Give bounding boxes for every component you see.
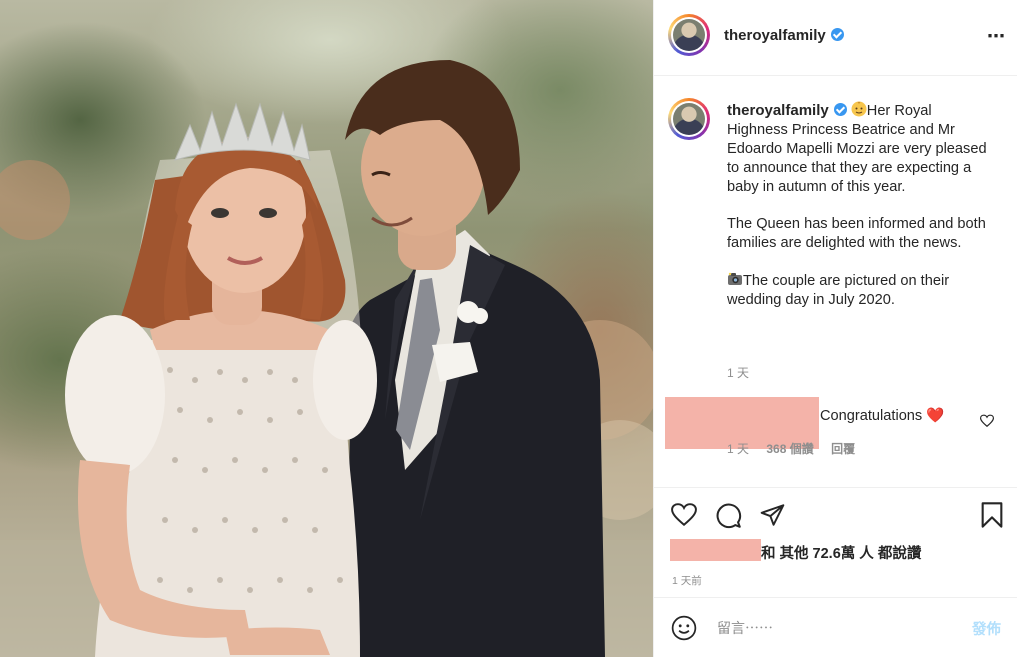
comment-bubble-icon[interactable] xyxy=(715,502,742,529)
likes-count[interactable]: 和 其他 72.6萬 人 都說讚 xyxy=(761,542,921,563)
verified-icon xyxy=(830,28,844,41)
verified-icon xyxy=(833,103,847,116)
like-heart-icon[interactable] xyxy=(670,502,698,528)
post-photo[interactable] xyxy=(0,0,653,657)
redacted-liker xyxy=(670,539,761,561)
comment-reply-button[interactable]: 回覆 xyxy=(831,442,855,456)
comment-meta: 1 天 368 個讚 回覆 xyxy=(727,440,869,457)
comment-time[interactable]: 1 天 xyxy=(727,442,749,456)
comment-input[interactable] xyxy=(715,616,949,640)
post-header: theroyalfamily ⋯ xyxy=(654,0,1017,76)
more-options-icon[interactable]: ⋯ xyxy=(987,26,1005,47)
caption: theroyalfamily Her Royal Highness Prince… xyxy=(727,101,987,328)
share-paper-plane-icon[interactable] xyxy=(759,502,786,528)
comment-like-heart-icon[interactable] xyxy=(980,414,994,428)
post-comment-button[interactable]: 發佈 xyxy=(972,618,1001,639)
caption-username[interactable]: theroyalfamily xyxy=(727,102,829,119)
post-timestamp[interactable]: 1 天前 xyxy=(672,573,702,588)
avatar[interactable] xyxy=(668,14,710,56)
post-details-panel: theroyalfamily ⋯ theroyalfamily Her Roya… xyxy=(653,0,1017,657)
caption-avatar[interactable] xyxy=(668,98,710,140)
save-bookmark-icon[interactable] xyxy=(980,501,1004,529)
wedding-couple-illustration xyxy=(0,60,653,657)
caption-paragraph-3: The couple are pictured on their wedding… xyxy=(727,273,950,308)
baby-emoji-icon xyxy=(851,101,867,117)
red-heart-emoji: ❤️ xyxy=(926,408,945,424)
caption-paragraph-2: The Queen has been informed and both fam… xyxy=(727,216,986,251)
emoji-picker-icon[interactable] xyxy=(671,615,697,641)
comment-text: Congratulations ❤️ xyxy=(820,408,945,424)
post-actions: 和 其他 72.6萬 人 都說讚 1 天前 xyxy=(654,487,1017,597)
header-username[interactable]: theroyalfamily xyxy=(724,27,844,44)
camera-emoji-icon xyxy=(728,272,742,285)
add-comment-bar: 發佈 xyxy=(654,597,1017,657)
caption-time[interactable]: 1 天 xyxy=(727,364,749,381)
comment-likes[interactable]: 368 個讚 xyxy=(766,442,813,456)
